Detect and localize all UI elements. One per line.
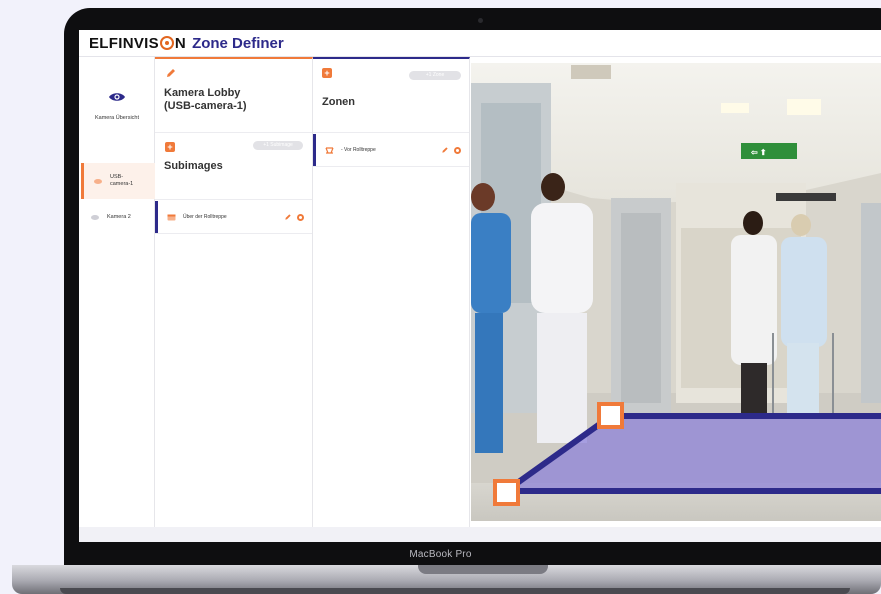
pencil-icon[interactable] [165,67,177,79]
divider [155,199,312,200]
webcam [478,18,483,23]
add-zone-plus-icon[interactable]: + [322,68,332,78]
zone-label: - Vor Rolltreppe [341,147,376,153]
zone-handle-top[interactable] [597,402,624,429]
zone-row[interactable]: - Vor Rolltreppe [313,134,469,166]
subimages-heading: Subimages [164,160,223,172]
camera-name-line1: Kamera Lobby [164,87,241,99]
camera-overview-link[interactable]: Kamera Übersicht [79,57,155,153]
laptop-notch [418,565,548,574]
subimage-icon [167,214,176,220]
svg-text:⇦ ⬆: ⇦ ⬆ [750,148,767,157]
row-actions [284,213,304,221]
camera-panel: Kamera Lobby (USB-camera-1) + +1 Subimag… [155,57,313,527]
camera-name-line2: (USB-camera-1) [164,100,247,112]
camera-nav: Kamera Übersicht USB-camera-1 Kamera 2 [79,57,155,527]
brand-suffix: N [174,34,187,52]
row-actions [441,146,461,154]
screen-bottom-strip [79,527,881,542]
camera-name: Kamera Lobby (USB-camera-1) [164,87,247,113]
divider [155,132,312,133]
add-zone-badge[interactable]: +1 Zone [409,71,461,80]
zone-icon [325,146,334,154]
logo-eye-icon [159,36,174,50]
add-subimage-badge[interactable]: +1 Subimage [253,141,303,150]
app-screen: ELFINVIS N Zone Definer Kamera Übersicht… [79,30,881,542]
exit-sign-icon [741,143,797,159]
gear-icon[interactable] [297,213,304,221]
divider [313,132,469,133]
gear-icon[interactable] [454,146,461,154]
eye-icon [91,214,99,220]
zone-handle-bottom[interactable] [493,479,520,506]
laptop-foot [60,588,850,594]
subimage-label: Über der Rolltreppe [183,214,227,220]
camera-feed-image[interactable]: ⇦ ⬆ [471,63,881,521]
subimage-row[interactable]: Über der Rolltreppe [155,201,312,233]
eye-icon [94,178,102,184]
page-title: Zone Definer [192,34,284,52]
brand-logo: ELFINVIS N [89,35,186,52]
nav-camera-kamera-2[interactable]: Kamera 2 [81,199,155,235]
app-header: ELFINVIS N Zone Definer [79,30,881,56]
eye-icon [109,93,125,101]
add-subimage-plus-icon[interactable]: + [165,142,175,152]
device-model-label: MacBook Pro [409,549,472,560]
pencil-icon[interactable] [441,146,449,154]
divider [155,233,312,234]
zones-heading: Zonen [322,96,355,108]
nav-camera-usb-camera-1[interactable]: USB-camera-1 [81,163,155,199]
pencil-icon[interactable] [284,213,292,221]
camera-label: Kamera 2 [107,214,131,220]
camera-overview-label: Kamera Übersicht [94,115,140,121]
divider [313,166,469,167]
brand-prefix: ELFINVIS [89,34,159,52]
camera-label: USB-camera-1 [110,174,134,187]
zones-panel: + +1 Zone Zonen - Vor Rolltreppe [313,57,470,527]
